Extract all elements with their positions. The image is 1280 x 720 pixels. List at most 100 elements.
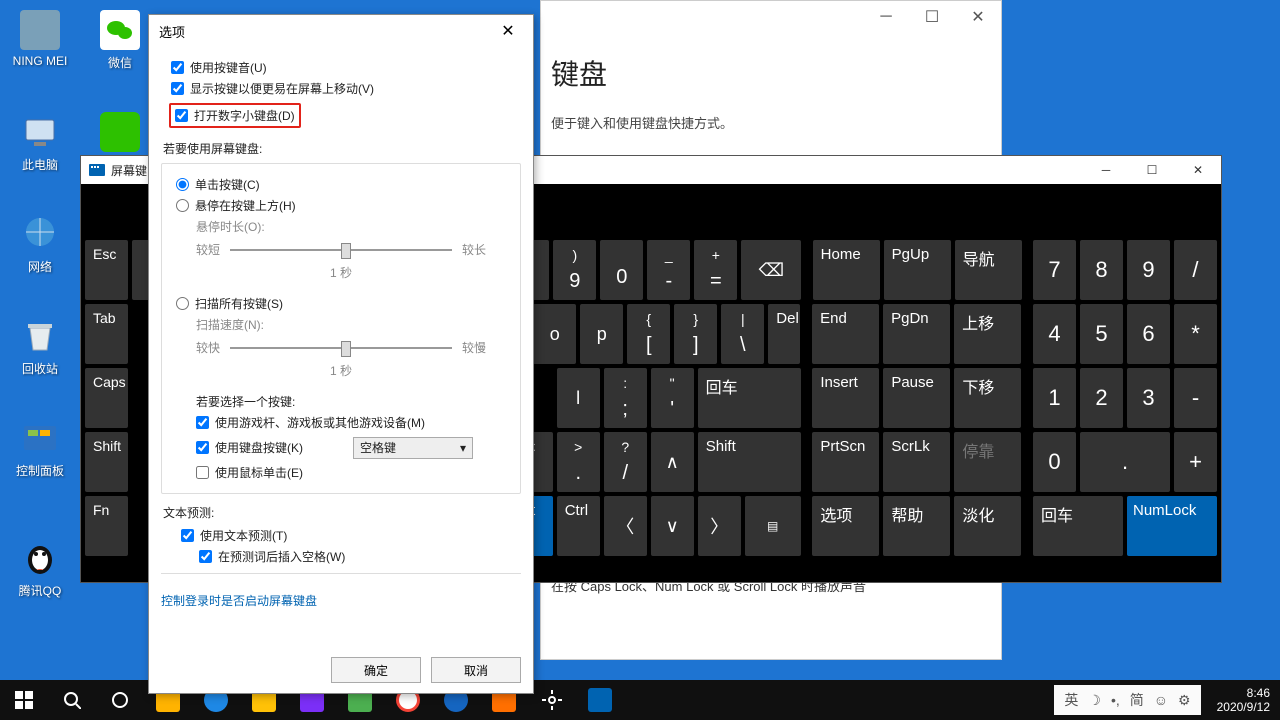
key-home[interactable]: Home: [813, 240, 880, 300]
key-fn[interactable]: Fn: [85, 496, 128, 556]
numpad-sub[interactable]: -: [1174, 368, 1217, 428]
numpad-dot[interactable]: .: [1080, 432, 1170, 492]
start-button[interactable]: [0, 680, 48, 720]
numpad-numlock[interactable]: NumLock: [1127, 496, 1217, 556]
checkbox-predict[interactable]: 使用文本预测(T): [181, 527, 511, 544]
key-equals[interactable]: +=: [694, 240, 737, 300]
hover-slider[interactable]: 较短较长: [196, 241, 486, 258]
key-down[interactable]: 下移: [954, 368, 1021, 428]
desktop-icon[interactable]: [85, 112, 155, 156]
desktop-icon-control-panel[interactable]: 控制面板: [5, 418, 75, 479]
key-9[interactable]: )9: [553, 240, 596, 300]
search-button[interactable]: [48, 680, 96, 720]
checkbox-showkeys[interactable]: 显示按键以便更易在屏幕上移动(V): [171, 80, 511, 97]
key-arrow-left[interactable]: 〈: [604, 496, 647, 556]
key-fade[interactable]: 淡化: [954, 496, 1021, 556]
key-rbracket[interactable]: }]: [674, 304, 717, 364]
key-menu[interactable]: ▤: [745, 496, 801, 556]
numpad-1[interactable]: 1: [1033, 368, 1076, 428]
key-tab[interactable]: Tab: [85, 304, 128, 364]
desktop-icon-qq[interactable]: 腾讯QQ: [5, 538, 75, 599]
key-backspace[interactable]: ⌫: [741, 240, 801, 300]
key-o[interactable]: o: [533, 304, 576, 364]
tray-clock[interactable]: 8:46 2020/9/12: [1207, 686, 1280, 715]
checkbox-kbdkey[interactable]: 使用键盘按键(K): [196, 439, 303, 456]
ok-button[interactable]: 确定: [331, 657, 421, 683]
checkbox-joystick[interactable]: 使用游戏杆、游戏板或其他游戏设备(M): [196, 414, 506, 431]
key-p[interactable]: p: [580, 304, 623, 364]
numpad-0[interactable]: 0: [1033, 432, 1076, 492]
numpad-5[interactable]: 5: [1080, 304, 1123, 364]
key-nav[interactable]: 导航: [955, 240, 1022, 300]
numpad-enter[interactable]: 回车: [1033, 496, 1123, 556]
cortana-button[interactable]: [96, 680, 144, 720]
checkbox-keysound[interactable]: 使用按键音(U): [171, 59, 511, 76]
key-help[interactable]: 帮助: [883, 496, 950, 556]
key-del[interactable]: Del: [768, 304, 800, 364]
minimize-button[interactable]: ─: [863, 1, 909, 33]
key-semi[interactable]: :;: [604, 368, 647, 428]
scan-slider[interactable]: 较快较慢: [196, 339, 486, 356]
key-slash[interactable]: ?/: [604, 432, 647, 492]
maximize-button[interactable]: ☐: [909, 1, 955, 33]
key-caps[interactable]: Caps: [85, 368, 128, 428]
key-shift-l[interactable]: Shift: [85, 432, 128, 492]
key-l[interactable]: l: [557, 368, 600, 428]
desktop-icon-network[interactable]: 网络: [5, 214, 75, 275]
key-minus[interactable]: _-: [647, 240, 690, 300]
key-enter[interactable]: 回车: [698, 368, 801, 428]
numpad-7[interactable]: 7: [1033, 240, 1076, 300]
numpad-3[interactable]: 3: [1127, 368, 1170, 428]
radio-hover[interactable]: 悬停在按键上方(H): [176, 197, 506, 214]
key-period[interactable]: >.: [557, 432, 600, 492]
desktop-icon-pc[interactable]: 此电脑: [5, 112, 75, 173]
key-select[interactable]: 空格键▾: [353, 437, 473, 459]
key-pgup[interactable]: PgUp: [884, 240, 951, 300]
key-scrlk[interactable]: ScrLk: [883, 432, 950, 492]
key-arrow-down[interactable]: ∨: [651, 496, 694, 556]
numpad-mul[interactable]: *: [1174, 304, 1217, 364]
checkbox-space[interactable]: 在预测词后插入空格(W): [199, 548, 511, 565]
key-arrow-right[interactable]: 〉: [698, 496, 741, 556]
maximize-button[interactable]: ☐: [1129, 156, 1175, 184]
radio-click[interactable]: 单击按键(C): [176, 176, 506, 193]
close-button[interactable]: ✕: [1175, 156, 1221, 184]
key-dock[interactable]: 停靠: [954, 432, 1021, 492]
desktop-icon[interactable]: NING MEI: [5, 10, 75, 68]
key-backslash[interactable]: |\: [721, 304, 764, 364]
cancel-button[interactable]: 取消: [431, 657, 521, 683]
numpad-8[interactable]: 8: [1080, 240, 1123, 300]
numpad-9[interactable]: 9: [1127, 240, 1170, 300]
radio-scan[interactable]: 扫描所有按键(S): [176, 295, 506, 312]
key-shift-r[interactable]: Shift: [698, 432, 801, 492]
key-ctrl[interactable]: Ctrl: [557, 496, 600, 556]
key-options[interactable]: 选项: [812, 496, 879, 556]
key-quote[interactable]: "': [651, 368, 694, 428]
key-lbracket[interactable]: {[: [627, 304, 670, 364]
dialog-titlebar[interactable]: 选项 ✕: [149, 15, 533, 47]
numpad-div[interactable]: /: [1174, 240, 1217, 300]
key-up[interactable]: 上移: [954, 304, 1021, 364]
numpad-4[interactable]: 4: [1033, 304, 1076, 364]
key-prtscn[interactable]: PrtScn: [812, 432, 879, 492]
desktop-icon[interactable]: 微信: [85, 10, 155, 71]
taskbar-settings[interactable]: [528, 680, 576, 720]
numpad-add[interactable]: +: [1174, 432, 1217, 492]
key-end[interactable]: End: [812, 304, 879, 364]
checkbox-numpad[interactable]: 打开数字小键盘(D): [175, 107, 295, 124]
key-pause[interactable]: Pause: [883, 368, 950, 428]
ime-indicator[interactable]: 英 ☽ •, 简 ☺ ⚙: [1054, 685, 1200, 715]
numpad-2[interactable]: 2: [1080, 368, 1123, 428]
control-login-link[interactable]: 控制登录时是否启动屏幕键盘: [161, 592, 317, 609]
close-button[interactable]: ✕: [493, 16, 523, 46]
key-insert[interactable]: Insert: [812, 368, 879, 428]
checkbox-mouse[interactable]: 使用鼠标单击(E): [196, 464, 506, 481]
minimize-button[interactable]: ─: [1083, 156, 1129, 184]
key-0[interactable]: 0: [600, 240, 643, 300]
key-pgdn[interactable]: PgDn: [883, 304, 950, 364]
numpad-6[interactable]: 6: [1127, 304, 1170, 364]
key-esc[interactable]: Esc: [85, 240, 128, 300]
taskbar-osk[interactable]: [576, 680, 624, 720]
close-button[interactable]: ✕: [955, 1, 1001, 33]
key-arrow-up[interactable]: ∧: [651, 432, 694, 492]
